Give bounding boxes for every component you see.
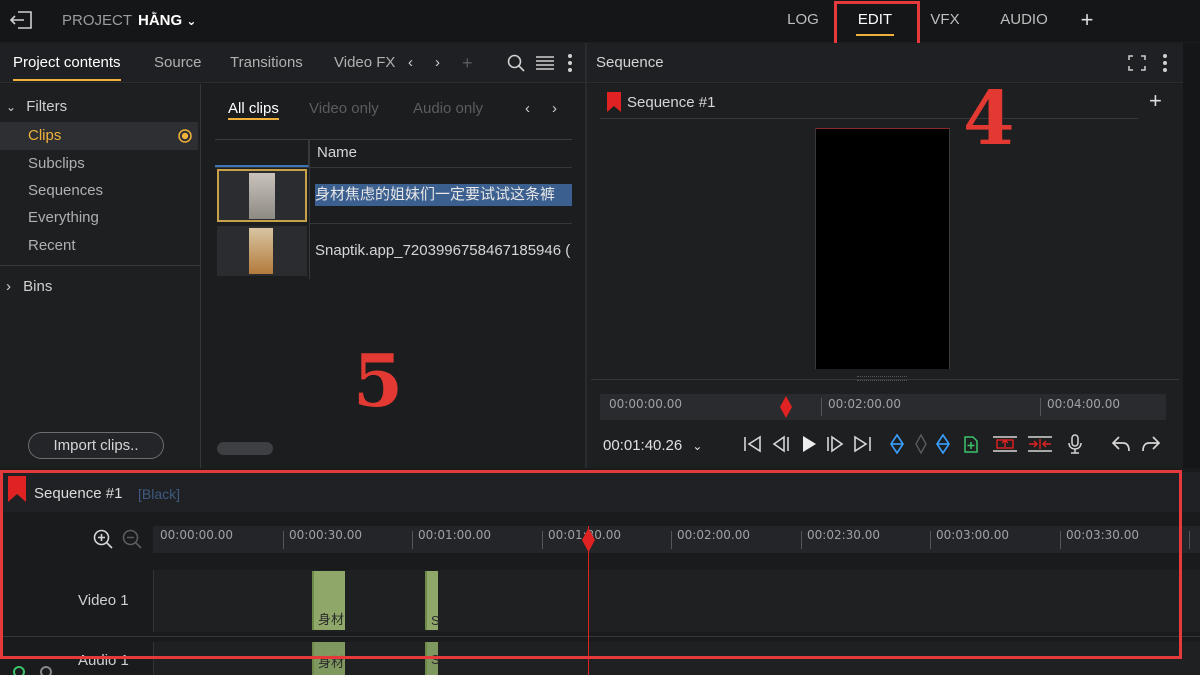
chevron-right-icon: ›	[6, 278, 11, 295]
sequence-panel-title: Sequence	[596, 54, 664, 71]
import-clips-button[interactable]: Import clips..	[28, 432, 164, 459]
tab-audio-only[interactable]: Audio only	[413, 88, 483, 122]
name-column-header[interactable]: Name	[317, 144, 357, 161]
more-options-icon[interactable]	[567, 53, 573, 73]
clip-list-panel: All clips Video only Audio only ‹ › Name…	[201, 84, 585, 468]
exit-icon[interactable]	[9, 10, 33, 30]
table-row[interactable]: Snaptik.app_7203996758467185946 (	[215, 224, 572, 279]
sequence-flag-icon	[607, 92, 621, 112]
filter-clips-label: Clips	[28, 127, 62, 144]
more-options-icon[interactable]	[1162, 53, 1168, 73]
clip-thumbnail	[217, 226, 307, 276]
tab-video-fx[interactable]: Video FX	[334, 43, 395, 83]
clip-thumbnail-image	[249, 228, 273, 274]
filters-toggle[interactable]: ⌄ Filters	[6, 98, 67, 115]
right-edge-panel	[1183, 43, 1200, 468]
divider	[0, 265, 200, 266]
sequence-panel-header: Sequence	[587, 43, 1183, 83]
tab-project-contents[interactable]: Project contents	[13, 43, 121, 83]
search-icon[interactable]	[507, 54, 525, 72]
filter-clips[interactable]: Clips	[0, 122, 198, 150]
list-view-icon[interactable]	[536, 56, 554, 70]
project-name: HẰNG	[138, 12, 183, 29]
clip-name[interactable]: Snaptik.app_7203996758467185946 (	[315, 240, 572, 262]
chevron-left-icon[interactable]: ‹	[525, 88, 530, 122]
viewer-ruler-label: 00:02:00.00	[828, 397, 901, 411]
tab-video-only[interactable]: Video only	[309, 88, 379, 122]
tab-log[interactable]: LOG	[780, 0, 826, 42]
project-label: PROJECT	[62, 12, 133, 29]
tab-vfx[interactable]: VFX	[924, 0, 966, 42]
add-panel-tab-icon[interactable]: +	[462, 43, 473, 83]
tab-source[interactable]: Source	[154, 43, 202, 83]
clear-marks-icon[interactable]	[914, 434, 928, 454]
bins-label: Bins	[23, 278, 53, 295]
redo-icon[interactable]	[1141, 434, 1161, 454]
chevron-down-icon: ⌄	[186, 14, 197, 28]
mark-out-icon[interactable]	[935, 434, 951, 454]
clip-table: Name 身材焦虑的姐妹们一定要试试这条裤 Snaptik.app_720399…	[215, 139, 572, 279]
horizontal-scrollbar[interactable]	[217, 442, 273, 455]
annotation-number-4: 4	[963, 76, 1015, 162]
track-solo-icon[interactable]	[40, 666, 52, 675]
add-tab-icon[interactable]: +	[1076, 0, 1098, 42]
filter-everything[interactable]: Everything	[0, 204, 198, 232]
chevron-right-icon[interactable]: ›	[435, 43, 440, 83]
sequence-name: Sequence #1	[627, 94, 716, 111]
filters-sidebar: ⌄ Filters Clips Subclips Sequences Every…	[0, 84, 200, 468]
playhead-marker-icon[interactable]	[780, 396, 792, 418]
viewer-ruler-label: 00:04:00.00	[1047, 397, 1120, 411]
track-enable-icon[interactable]	[13, 666, 25, 675]
current-timecode[interactable]: 00:01:40.26 ⌄	[603, 437, 702, 454]
filter-subclips[interactable]: Subclips	[0, 150, 198, 178]
annotation-number-5: 5	[353, 338, 404, 423]
divider	[309, 140, 310, 279]
ruler-tick	[1189, 531, 1190, 549]
thumbnail-column-header	[215, 140, 309, 167]
step-forward-icon[interactable]	[825, 435, 845, 453]
tab-transitions[interactable]: Transitions	[230, 43, 303, 83]
filter-sequences[interactable]: Sequences	[0, 177, 198, 205]
go-to-start-icon[interactable]	[743, 435, 763, 453]
chevron-down-icon: ⌄	[692, 439, 703, 453]
clip-name[interactable]: 身材焦虑的姐妹们一定要试试这条裤	[315, 184, 572, 206]
viewer-ruler[interactable]: 00:00:00.00 00:02:00.00 00:04:00.00	[600, 394, 1166, 420]
top-bar: PROJECT HẰNG ⌄ LOG EDIT VFX AUDIO +	[0, 0, 1200, 42]
table-row[interactable]: 身材焦虑的姐妹们一定要试试这条裤	[215, 168, 572, 223]
sequence-viewer: Sequence #1 + 4 00:00:00.00 00:02:00.00 …	[587, 76, 1183, 468]
chevron-left-icon[interactable]: ‹	[408, 43, 413, 83]
add-sequence-icon[interactable]: +	[1149, 88, 1162, 114]
go-to-end-icon[interactable]	[852, 435, 872, 453]
resize-handle[interactable]	[857, 376, 907, 381]
fullscreen-icon[interactable]	[1128, 55, 1146, 71]
tab-audio[interactable]: AUDIO	[994, 0, 1054, 42]
chevron-right-icon[interactable]: ›	[552, 88, 557, 122]
chevron-down-icon: ⌄	[6, 100, 17, 114]
undo-icon[interactable]	[1111, 434, 1131, 454]
play-icon[interactable]	[800, 435, 818, 453]
add-marker-icon[interactable]	[963, 434, 979, 454]
step-back-icon[interactable]	[771, 435, 791, 453]
microphone-icon[interactable]	[1067, 434, 1083, 454]
project-panel-header: Project contents Source Transitions Vide…	[0, 43, 585, 83]
highlight-timeline	[0, 470, 1182, 659]
filters-label: Filters	[26, 98, 68, 115]
project-name-dropdown[interactable]: HẰNG ⌄	[138, 12, 196, 29]
video-preview	[815, 128, 950, 369]
ruler-tick	[1040, 398, 1041, 416]
divider	[600, 118, 1138, 119]
bins-toggle[interactable]: › Bins	[6, 278, 52, 295]
tab-all-clips[interactable]: All clips	[228, 88, 279, 122]
lift-icon[interactable]	[992, 434, 1018, 454]
clip-thumbnail	[217, 169, 307, 222]
selected-radio-icon	[178, 129, 192, 143]
current-time: 00:01:40.26	[603, 437, 683, 454]
clip-thumbnail-image	[249, 173, 275, 219]
extract-icon[interactable]	[1027, 434, 1053, 454]
ruler-tick	[821, 398, 822, 416]
viewer-ruler-label: 00:00:00.00	[609, 397, 682, 411]
mark-in-icon[interactable]	[889, 434, 905, 454]
filter-recent[interactable]: Recent	[0, 232, 198, 260]
